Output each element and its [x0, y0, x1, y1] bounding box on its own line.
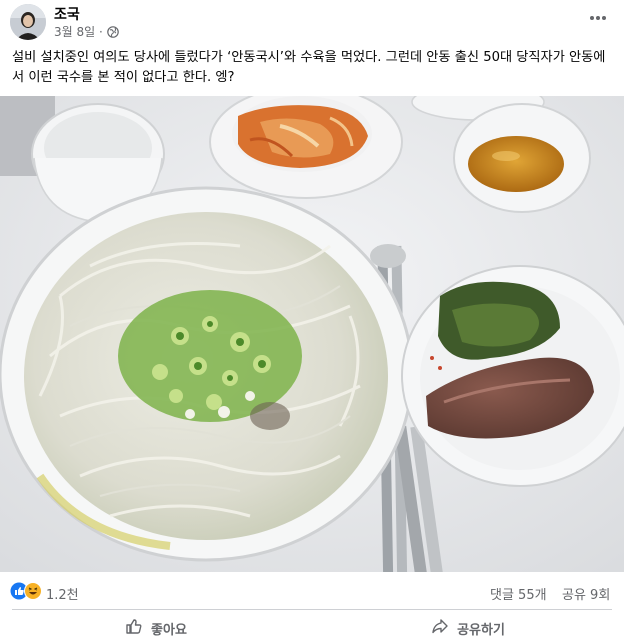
post-date[interactable]: 3월 8일 · — [54, 23, 103, 40]
more-horizontal-icon[interactable] — [586, 8, 610, 28]
thumbs-up-icon — [125, 617, 143, 639]
divider — [12, 609, 612, 610]
facebook-post: 조국 3월 8일 · 설비 설치중인 여의도 당사에 들렀다가 ‘안동국시’와 … — [0, 0, 624, 644]
like-button[interactable]: 좋아요 — [0, 612, 312, 644]
comment-count[interactable]: 댓글 55개 — [490, 584, 547, 603]
post-body-text: 설비 설치중인 여의도 당사에 들렀다가 ‘안동국시’와 수육을 먹었다. 그런… — [12, 50, 606, 85]
share-label: 공유하기 — [457, 622, 505, 638]
share-button[interactable]: 공유하기 — [312, 612, 624, 644]
like-label: 좋아요 — [151, 622, 187, 638]
author-avatar[interactable] — [10, 4, 46, 40]
post-stats: 1.2천 댓글 55개 공유 9회 — [0, 578, 624, 606]
reaction-count: 1.2천 — [46, 587, 79, 603]
reaction-summary[interactable]: 1.2천 — [10, 582, 79, 604]
post-header: 조국 3월 8일 · — [0, 0, 624, 44]
noodle-soup-photo[interactable] — [0, 96, 624, 572]
author-name[interactable]: 조국 — [54, 4, 80, 24]
globe-icon — [106, 25, 119, 38]
haha-reaction-icon — [24, 582, 42, 604]
share-count[interactable]: 공유 9회 — [562, 584, 610, 603]
post-meta: 3월 8일 · — [54, 23, 119, 40]
share-arrow-icon — [431, 617, 449, 639]
action-bar: 좋아요 공유하기 — [0, 612, 624, 644]
